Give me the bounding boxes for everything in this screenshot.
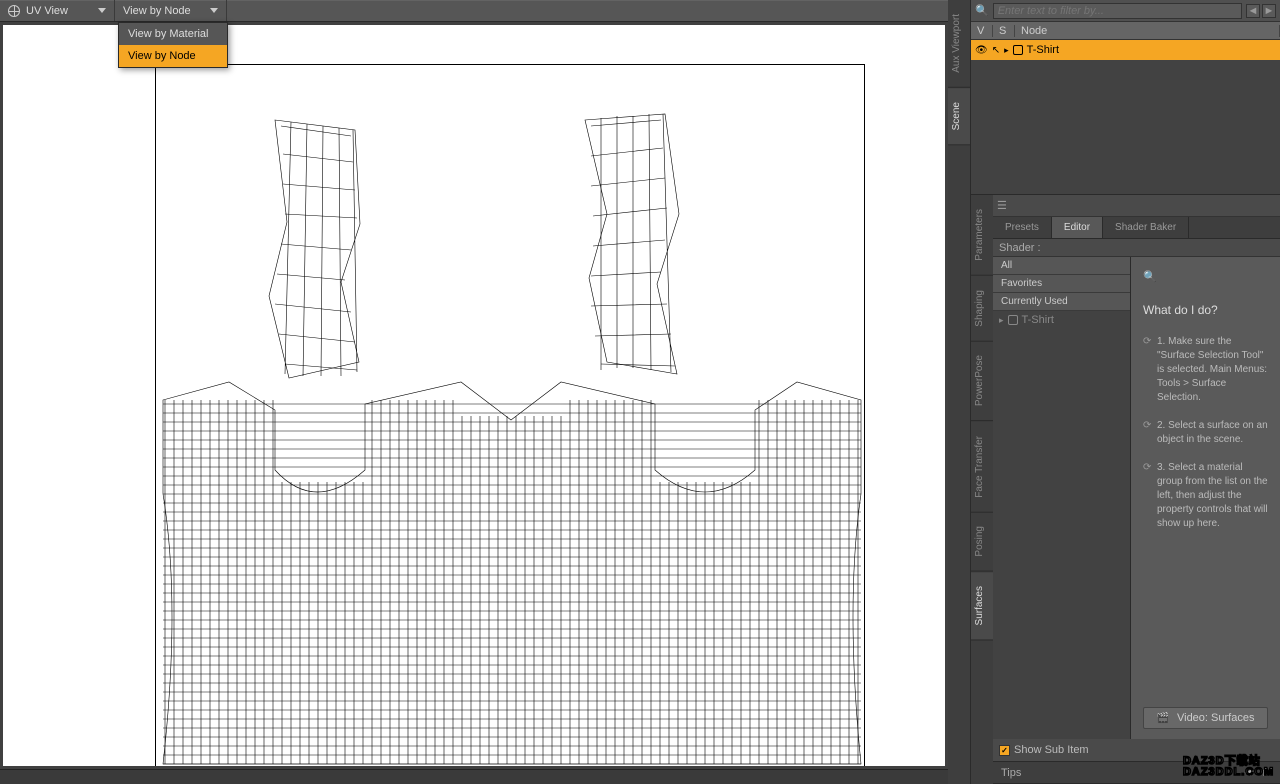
expand-icon[interactable] bbox=[999, 314, 1004, 326]
video-surfaces-button[interactable]: Video: Surfaces bbox=[1143, 707, 1268, 729]
filter-prev-button[interactable]: ◄ bbox=[1246, 4, 1260, 18]
vtab-posing[interactable]: Posing bbox=[971, 512, 993, 572]
help-step-1: 1. Make sure the "Surface Selection Tool… bbox=[1143, 335, 1268, 405]
view-mode-menu: View by Material View by Node bbox=[118, 22, 228, 68]
cat-favorites[interactable]: Favorites bbox=[993, 275, 1130, 293]
expand-icon[interactable] bbox=[1004, 44, 1009, 56]
vtab-scene[interactable]: Scene bbox=[948, 88, 970, 145]
vtab-parameters[interactable]: Parameters bbox=[971, 195, 993, 276]
scene-filter-input[interactable] bbox=[993, 3, 1242, 19]
shader-label-row: Shader : bbox=[993, 239, 1280, 257]
vtab-surfaces[interactable]: Surfaces bbox=[971, 572, 993, 640]
watermark: DAZ3D下载站 DAZ3DDL.COM bbox=[1183, 756, 1274, 778]
category-list: All Favorites Currently Used T-Shirt bbox=[993, 257, 1131, 739]
scene-panel: 🔍 ◄ ► V S Node ↖ T-Shir bbox=[971, 0, 1280, 195]
select-icon[interactable]: ↖ bbox=[992, 45, 1000, 56]
uv-view-label: UV View bbox=[26, 5, 92, 17]
video-icon bbox=[1157, 712, 1169, 724]
object-icon bbox=[1013, 45, 1023, 55]
uv-wireframe bbox=[155, 64, 865, 766]
help-pane: 🔍 What do I do? 1. Make sure the "Surfac… bbox=[1131, 257, 1280, 739]
shader-label: Shader : bbox=[999, 242, 1041, 254]
cat-tree-label: T-Shirt bbox=[1022, 314, 1054, 326]
scene-tree-empty[interactable] bbox=[971, 60, 1280, 194]
vtab-shaping[interactable]: Shaping bbox=[971, 276, 993, 342]
globe-icon bbox=[8, 5, 20, 17]
scene-item-tshirt[interactable]: ↖ T-Shirt bbox=[971, 40, 1280, 60]
cat-all[interactable]: All bbox=[993, 257, 1130, 275]
eye-icon[interactable] bbox=[975, 44, 988, 56]
status-strip bbox=[0, 769, 948, 784]
caret-down-icon bbox=[98, 8, 106, 13]
uv-canvas[interactable] bbox=[3, 25, 945, 766]
video-btn-label: Video: Surfaces bbox=[1177, 712, 1254, 724]
watermark-bottom: DAZ3DDL.COM bbox=[1183, 767, 1274, 778]
search-icon: 🔍 bbox=[975, 4, 989, 17]
menu-item-view-by-material[interactable]: View by Material bbox=[119, 23, 227, 45]
tab-presets[interactable]: Presets bbox=[993, 217, 1052, 238]
tips-label: Tips bbox=[1001, 767, 1021, 779]
cat-tree-tshirt[interactable]: T-Shirt bbox=[993, 311, 1130, 329]
vtab-powerpose[interactable]: PowerPose bbox=[971, 341, 993, 421]
menu-item-view-by-node[interactable]: View by Node bbox=[119, 45, 227, 67]
help-step-3: 3. Select a material group from the list… bbox=[1143, 461, 1268, 531]
scene-vtabs: Aux Viewport Scene bbox=[948, 0, 970, 784]
vtab-aux-viewport[interactable]: Aux Viewport bbox=[948, 0, 970, 88]
col-node[interactable]: Node bbox=[1015, 25, 1280, 37]
cat-currently-used[interactable]: Currently Used bbox=[993, 293, 1130, 311]
show-sub-label: Show Sub Item bbox=[1014, 744, 1089, 756]
uv-toolbar: UV View View by Node bbox=[0, 0, 948, 22]
view-mode-dropdown[interactable]: View by Node bbox=[115, 0, 227, 21]
help-title: What do I do? bbox=[1143, 303, 1268, 317]
view-mode-label: View by Node bbox=[123, 5, 204, 17]
help-step-2: 2. Select a surface on an object in the … bbox=[1143, 419, 1268, 447]
uv-view-dropdown[interactable]: UV View bbox=[0, 0, 115, 21]
object-icon bbox=[1008, 315, 1018, 325]
vtab-face-transfer[interactable]: Face Transfer bbox=[971, 422, 993, 513]
col-s[interactable]: S bbox=[993, 25, 1015, 37]
menu-icon[interactable]: ☰ bbox=[997, 199, 1007, 212]
scene-item-label: T-Shirt bbox=[1027, 44, 1059, 56]
checkbox-icon[interactable]: ✓ bbox=[999, 745, 1010, 756]
help-search[interactable]: 🔍 bbox=[1143, 267, 1268, 285]
caret-down-icon bbox=[210, 8, 218, 13]
filter-next-button[interactable]: ► bbox=[1262, 4, 1276, 18]
scene-header: V S Node bbox=[971, 22, 1280, 40]
tab-editor[interactable]: Editor bbox=[1052, 217, 1103, 238]
col-v[interactable]: V bbox=[971, 25, 993, 37]
tab-shader-baker[interactable]: Shader Baker bbox=[1103, 217, 1189, 238]
surfaces-vtabs: Parameters Shaping PowerPose Face Transf… bbox=[971, 195, 993, 784]
surfaces-tabs: Presets Editor Shader Baker bbox=[993, 217, 1280, 239]
